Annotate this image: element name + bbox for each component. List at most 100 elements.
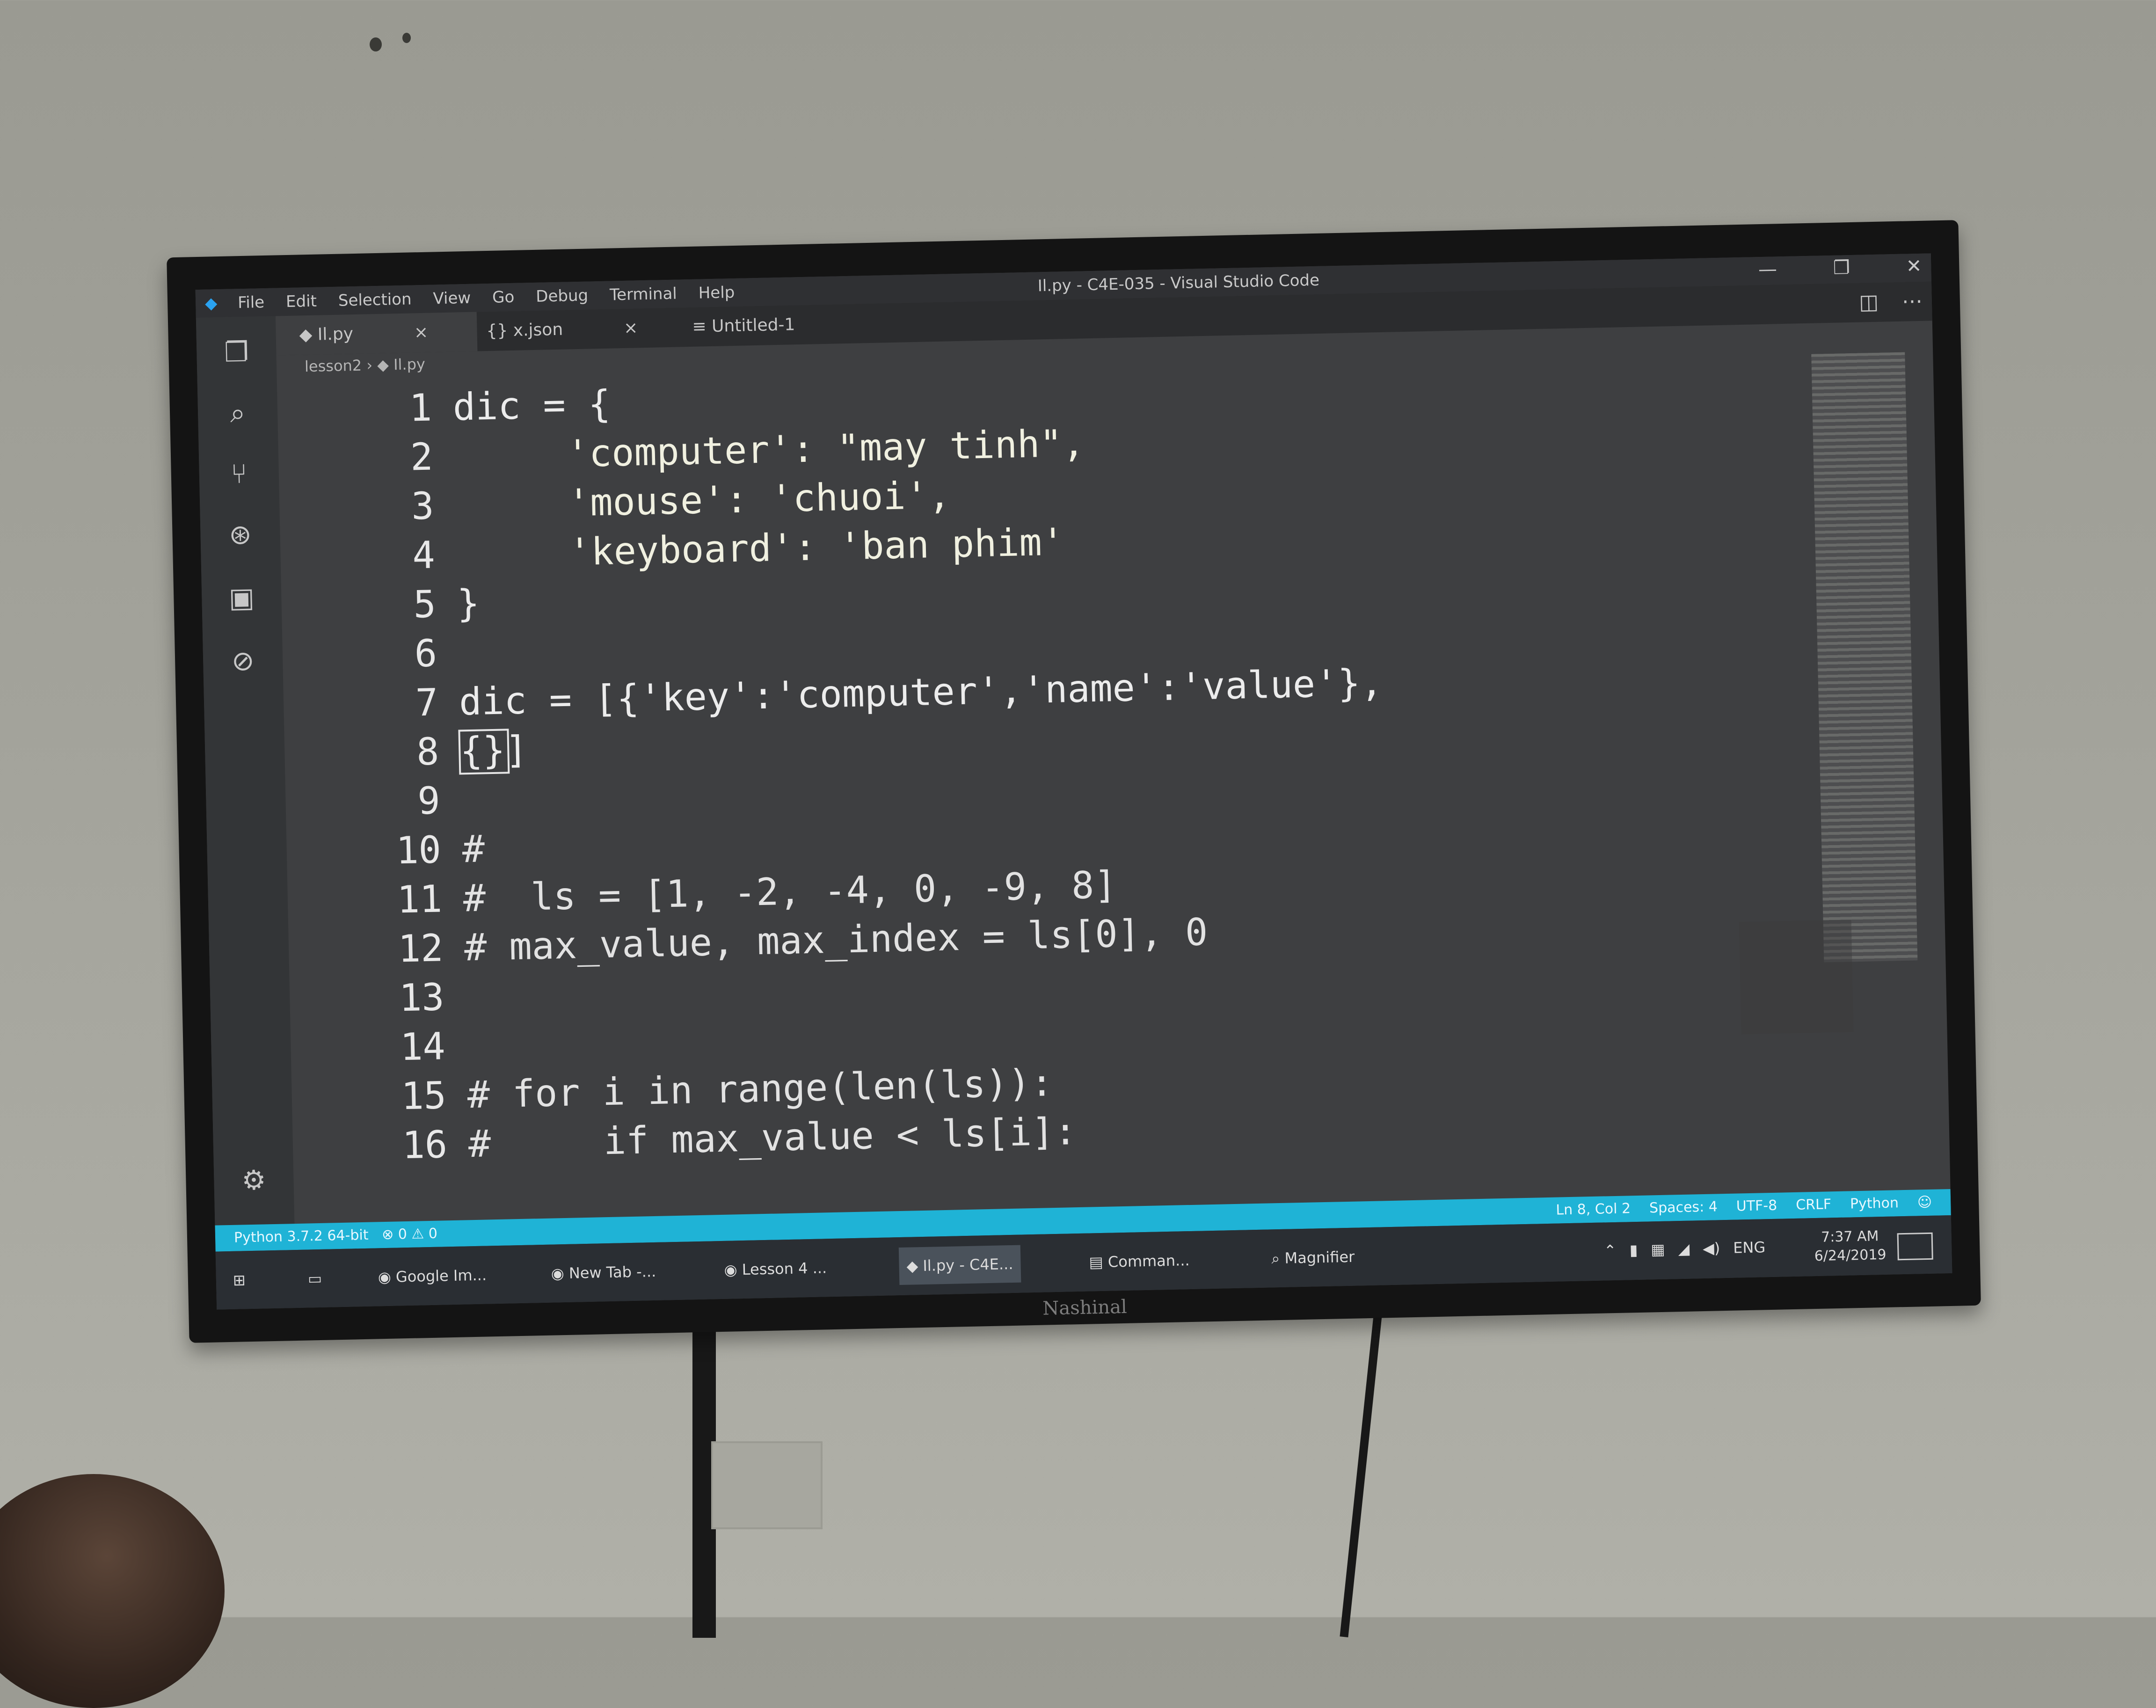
close-button[interactable]: ✕: [1906, 255, 1922, 277]
menu-help[interactable]: Help: [698, 283, 735, 303]
more-actions-icon[interactable]: ⋯: [1901, 282, 1923, 321]
taskbar-item[interactable]: ◉ Google Im...: [370, 1256, 495, 1296]
settings-gear-icon[interactable]: ⚙: [237, 1163, 270, 1197]
network-icon[interactable]: ▦: [1650, 1231, 1665, 1269]
encoding[interactable]: UTF-8: [1736, 1197, 1777, 1215]
cursor-position[interactable]: Ln 8, Col 2: [1556, 1200, 1631, 1218]
taskbar-item-label: Google Im...: [395, 1266, 487, 1286]
status-right: Ln 8, Col 2 Spaces: 4 UTF-8 CRLF Python …: [1556, 1194, 1932, 1219]
file-explorer-icon[interactable]: ▭: [300, 1260, 330, 1298]
tv-cable: [1340, 1310, 1383, 1638]
screen-reflection: [1739, 920, 1854, 1035]
menu-view[interactable]: View: [433, 289, 471, 308]
code-text: }: [456, 581, 480, 626]
chrome-icon: ◉: [724, 1261, 743, 1279]
taskbar-item-active[interactable]: ◆ Il.py - C4E...: [898, 1245, 1021, 1285]
window-title: Il.py - C4E-035 - Visual Studio Code: [1037, 270, 1320, 296]
status-left: Python 3.7.2 64-bit ⊗ 0 ⚠ 0: [234, 1226, 438, 1246]
menu-terminal[interactable]: Terminal: [610, 285, 677, 305]
clock-time: 7:37 AM: [1821, 1228, 1879, 1246]
code-text: #: [461, 827, 485, 871]
chrome-icon: ◉: [551, 1264, 569, 1283]
menu-selection[interactable]: Selection: [338, 290, 411, 310]
search-icon[interactable]: ⌕: [221, 396, 254, 430]
clock[interactable]: 7:37 AM 6/24/2019: [1814, 1227, 1886, 1266]
python-interpreter[interactable]: Python 3.7.2 64-bit: [234, 1227, 369, 1246]
chevron-up-icon[interactable]: ⌃: [1603, 1232, 1617, 1270]
battery-icon[interactable]: ▮: [1629, 1231, 1638, 1269]
taskbar-item-label: Lesson 4 ...: [742, 1259, 827, 1279]
extensions-icon[interactable]: ▣: [225, 581, 258, 614]
maximize-button[interactable]: ❐: [1833, 257, 1850, 279]
source-control-icon[interactable]: ⑂: [222, 457, 255, 490]
line-number: 8: [416, 730, 440, 774]
minimize-button[interactable]: —: [1758, 258, 1777, 280]
start-button[interactable]: ⊞: [225, 1261, 253, 1299]
feedback-icon[interactable]: ☺: [1917, 1194, 1932, 1211]
breadcrumb-file[interactable]: Il.py: [393, 355, 426, 373]
line-number: 15: [401, 1073, 447, 1118]
wifi-icon[interactable]: ◢: [1678, 1230, 1690, 1268]
tab-label: Il.py: [317, 324, 354, 344]
text-file-icon: ≡: [692, 316, 712, 336]
explorer-icon[interactable]: ❐: [220, 336, 253, 369]
line-number: 14: [400, 1024, 446, 1069]
taskbar-item[interactable]: ▤ Comman...: [1081, 1241, 1198, 1281]
taskbar-item-label: Magnifier: [1284, 1248, 1355, 1267]
taskbar-item[interactable]: ⌕ Magnifier: [1264, 1238, 1362, 1277]
code-line: 10 #: [286, 824, 485, 877]
line-number: 1: [408, 386, 432, 430]
debug-icon[interactable]: ⊛: [224, 518, 257, 551]
tab-close-icon[interactable]: ×: [624, 318, 638, 338]
menu-go[interactable]: Go: [492, 288, 515, 307]
code-text: # if max_value < ls[i]:: [467, 1109, 1078, 1166]
code-line: 14: [291, 1021, 467, 1074]
python-file-icon: ◆: [299, 325, 318, 345]
vscode-icon: ◆: [906, 1256, 923, 1275]
code-editor[interactable]: 1 dic = { 2 'computer': "may tinh", 3 'mo…: [277, 354, 1829, 1224]
taskbar-item-label: Comman...: [1107, 1251, 1190, 1271]
tab-close-icon[interactable]: ×: [414, 323, 429, 343]
problems-indicator[interactable]: ⊗ 0 ⚠ 0: [382, 1226, 438, 1243]
taskbar-item[interactable]: ◉ Lesson 4 ...: [716, 1249, 835, 1289]
minimap[interactable]: [1811, 352, 1918, 963]
code-line: 9: [285, 775, 462, 828]
tab-x-json[interactable]: {} x.json ×: [477, 308, 665, 351]
terminal-icon: ▤: [1089, 1253, 1108, 1271]
code-text: 'keyboard': 'ban phim': [455, 520, 1065, 577]
code-line: 1 dic = {: [277, 380, 611, 436]
split-editor-icon[interactable]: ◫: [1858, 283, 1879, 322]
vscode-logo-icon: ◆: [204, 294, 218, 313]
taskbar-item-label: Il.py - C4E...: [922, 1255, 1013, 1275]
line-number: 4: [412, 533, 436, 577]
code-text: 'mouse': 'chuoi',: [454, 473, 951, 527]
line-number: 5: [413, 582, 437, 627]
live-share-icon[interactable]: ⊘: [226, 644, 259, 677]
input-language[interactable]: ENG: [1733, 1228, 1766, 1266]
notification-center-icon[interactable]: [1897, 1232, 1933, 1261]
json-file-icon: {}: [486, 321, 514, 341]
volume-icon[interactable]: ◀): [1702, 1229, 1720, 1267]
line-number: 3: [411, 484, 435, 528]
language-mode[interactable]: Python: [1850, 1195, 1899, 1212]
code-text: # for i in range(len(ls)):: [466, 1061, 1054, 1117]
chevron-right-icon: › ◆: [366, 356, 394, 374]
tab-untitled-1[interactable]: ≡ Untitled-1: [683, 304, 871, 347]
menu-debug[interactable]: Debug: [536, 286, 589, 306]
tab-label: Untitled-1: [711, 315, 795, 336]
line-number: 13: [399, 975, 445, 1020]
line-number: 6: [414, 631, 437, 676]
taskbar-item[interactable]: ◉ New Tab -...: [543, 1253, 664, 1292]
breadcrumb-folder[interactable]: lesson2: [305, 357, 362, 376]
line-number: 12: [397, 926, 444, 971]
tab-il-py[interactable]: ◆ Il.py ×: [275, 312, 478, 356]
chrome-icon: ◉: [378, 1268, 396, 1286]
menu-file[interactable]: File: [238, 293, 265, 312]
menu-edit[interactable]: Edit: [286, 292, 317, 311]
line-number: 10: [395, 828, 442, 873]
code-text: dic = [{'key':'computer','name':'value'}…: [459, 661, 1384, 724]
wall-mark: [402, 33, 411, 43]
indentation[interactable]: Spaces: 4: [1649, 1198, 1718, 1216]
line-number: 16: [401, 1123, 448, 1168]
line-ending[interactable]: CRLF: [1796, 1196, 1831, 1213]
